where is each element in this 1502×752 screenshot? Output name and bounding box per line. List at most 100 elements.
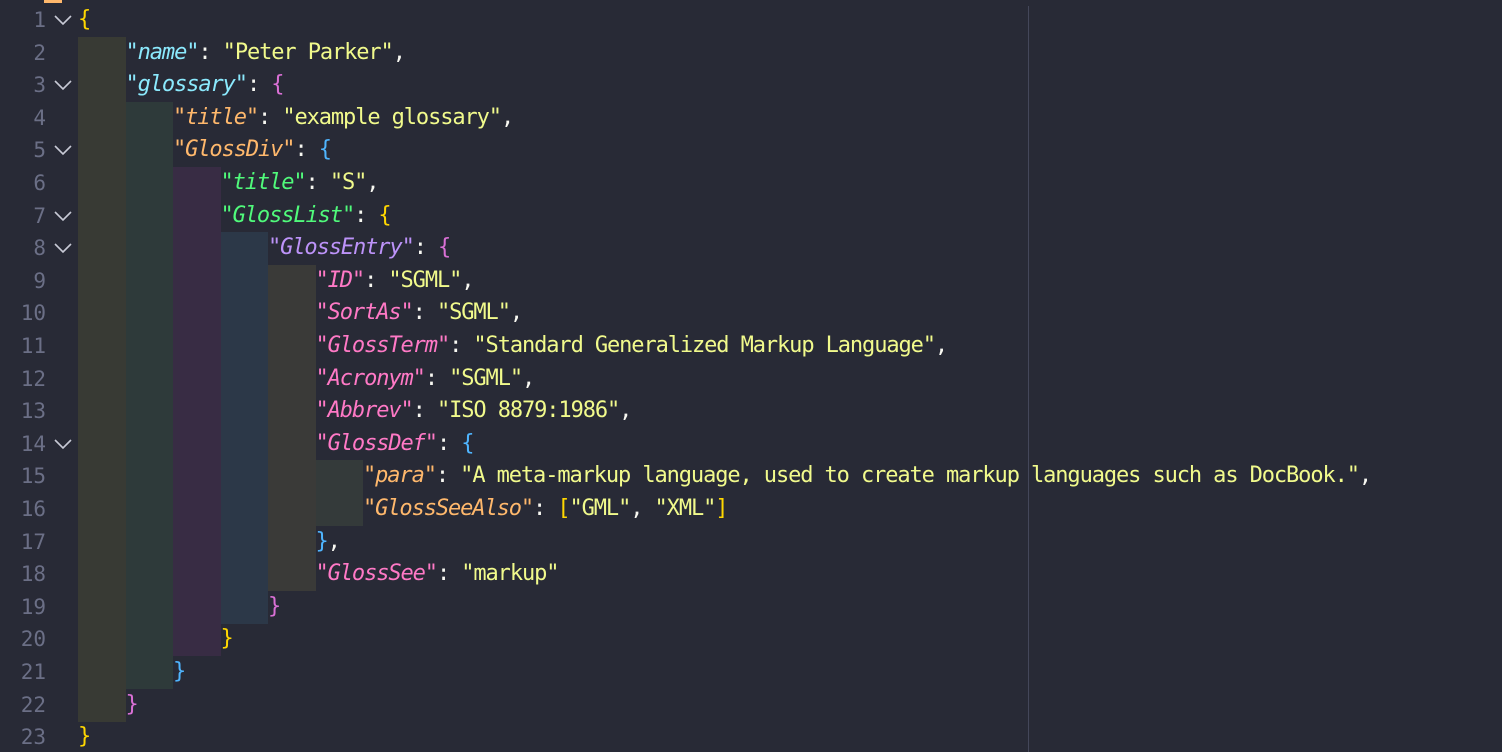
fold-chevron-down-icon[interactable] xyxy=(53,208,73,224)
code-line[interactable]: 1{ xyxy=(0,4,1502,36)
line-number: 17 xyxy=(20,529,46,554)
code-token: , xyxy=(509,300,523,326)
code-token: ] xyxy=(715,496,728,521)
code-token: , xyxy=(619,398,632,424)
code-line[interactable]: 17}, xyxy=(0,526,1502,558)
fold-chevron-down-icon[interactable] xyxy=(53,436,73,452)
code-line[interactable]: 18 "GlossSee": "markup" xyxy=(0,558,1502,590)
code-text[interactable]: "para": "A meta-markup language, used to… xyxy=(363,460,1372,492)
code-token: "example glossary" xyxy=(282,104,502,130)
code-line[interactable]: 12 "Acronym": "SGML", xyxy=(0,363,1502,395)
code-line[interactable]: 14 "GlossDef": { xyxy=(0,428,1502,460)
code-line[interactable]: 4 "title": "example glossary", xyxy=(0,102,1502,134)
code-text[interactable]: } xyxy=(220,623,234,655)
code-line[interactable]: 2 "name": "Peter Parker", xyxy=(0,37,1502,69)
line-number: 1 xyxy=(33,8,46,32)
line-number: 4 xyxy=(33,105,46,130)
code-text[interactable]: "GlossList": { xyxy=(220,200,392,232)
code-token: } xyxy=(220,626,234,652)
code-text[interactable]: "Abbrev": "ISO 8879:1986", xyxy=(316,395,633,427)
code-line[interactable]: 3 "glossary": { xyxy=(0,69,1502,101)
line-number: 11 xyxy=(20,334,46,358)
json-key: "GlossEntry" xyxy=(268,235,415,261)
line-number: 18 xyxy=(20,562,46,587)
code-text[interactable]: "GlossEntry": { xyxy=(268,232,451,264)
code-token: "GML" xyxy=(569,496,632,521)
json-key: "GlossList" xyxy=(220,202,356,228)
code-line[interactable]: 11 "GlossTerm": "Standard Generalized Mar… xyxy=(0,330,1502,362)
code-token: , xyxy=(521,365,535,391)
code-line[interactable]: 10 "SortAs": "SGML", xyxy=(0,297,1502,329)
code-text[interactable]: "GlossTerm": "Standard Generalized Marku… xyxy=(316,330,949,362)
code-token: "markup" xyxy=(461,561,559,587)
code-token: { xyxy=(318,137,332,163)
code-text[interactable]: { xyxy=(78,4,91,36)
code-line[interactable]: 21} xyxy=(0,656,1502,688)
code-token: "A meta-markup language, used to create … xyxy=(460,463,1360,489)
code-text[interactable]: "SortAs": "SGML", xyxy=(316,297,524,329)
code-text[interactable]: "GlossDiv": { xyxy=(173,134,332,166)
json-key: "title" xyxy=(220,170,307,195)
line-number: 16 xyxy=(20,497,46,521)
code-text[interactable]: "Acronym": "SGML", xyxy=(316,363,536,395)
code-token: : xyxy=(198,39,223,65)
line-number: 12 xyxy=(20,366,46,391)
json-key: "GlossSee" xyxy=(315,561,439,587)
json-key: "GlossDiv" xyxy=(173,137,296,163)
code-token: , xyxy=(461,267,474,293)
code-text[interactable]: "title": "example glossary", xyxy=(173,102,514,134)
code-text[interactable]: "name": "Peter Parker", xyxy=(126,37,406,69)
code-line[interactable]: 7 "GlossList": { xyxy=(0,200,1502,232)
code-line[interactable]: 13 "Abbrev": "ISO 8879:1986", xyxy=(0,395,1502,427)
line-number: 21 xyxy=(20,660,46,684)
code-token: : xyxy=(413,235,439,261)
code-line[interactable]: 19} xyxy=(0,591,1502,623)
code-token: } xyxy=(125,691,139,717)
code-line[interactable]: 15 "para": "A meta-markup language, used … xyxy=(0,460,1502,492)
fold-chevron-down-icon[interactable] xyxy=(53,77,73,93)
code-text[interactable]: } xyxy=(125,689,139,721)
json-key: "GlossDef" xyxy=(315,430,439,456)
code-text[interactable]: } xyxy=(78,721,91,752)
code-line[interactable]: 20} xyxy=(0,623,1502,655)
code-token: , xyxy=(1358,463,1372,489)
line-number: 19 xyxy=(20,594,46,619)
code-text[interactable]: "ID": "SGML", xyxy=(316,265,475,297)
fold-chevron-down-icon[interactable] xyxy=(53,240,73,256)
code-text[interactable]: "title": "S", xyxy=(220,167,380,199)
code-token: { xyxy=(271,72,284,98)
code-text[interactable]: } xyxy=(268,591,281,623)
code-text[interactable]: "GlossDef": { xyxy=(315,428,475,460)
code-token: { xyxy=(461,430,474,456)
code-line[interactable]: 5 "GlossDiv": { xyxy=(0,134,1502,166)
code-line[interactable]: 23} xyxy=(0,721,1502,752)
code-text[interactable]: "glossary": { xyxy=(126,69,285,101)
code-token: , xyxy=(327,528,341,554)
code-text[interactable]: } xyxy=(173,656,186,688)
code-token: } xyxy=(78,724,91,750)
code-editor[interactable]: 1{2 "name": "Peter Parker", 3 "glossary": {… xyxy=(0,0,1502,752)
code-line[interactable]: 9 "ID": "SGML", xyxy=(0,265,1502,297)
code-token: : xyxy=(246,72,272,98)
line-number: 20 xyxy=(20,627,46,652)
code-token: "SGML" xyxy=(388,267,462,293)
fold-chevron-down-icon[interactable] xyxy=(53,12,73,28)
line-number: 15 xyxy=(20,464,46,489)
code-token: : xyxy=(533,496,558,521)
json-key: "GlossSeeAlso" xyxy=(363,496,534,521)
line-number: 8 xyxy=(33,236,46,261)
code-token: : xyxy=(449,333,474,358)
fold-chevron-down-icon[interactable] xyxy=(53,142,73,158)
code-token: , xyxy=(934,333,948,358)
code-text[interactable]: }, xyxy=(316,526,341,558)
code-text[interactable]: "GlossSeeAlso": ["GML", "XML"] xyxy=(363,493,729,525)
code-token: "ISO 8879:1986" xyxy=(436,398,620,424)
code-line[interactable]: 22} xyxy=(0,689,1502,721)
code-line[interactable]: 6 "title": "S", xyxy=(0,167,1502,199)
code-line[interactable]: 8 "GlossEntry": { xyxy=(0,232,1502,264)
line-number: 22 xyxy=(20,692,46,717)
scroll-indicator xyxy=(44,0,62,3)
code-token: : xyxy=(364,267,389,293)
code-line[interactable]: 16 "GlossSeeAlso": ["GML", "XML"] xyxy=(0,493,1502,525)
code-text[interactable]: "GlossSee": "markup" xyxy=(315,558,560,590)
